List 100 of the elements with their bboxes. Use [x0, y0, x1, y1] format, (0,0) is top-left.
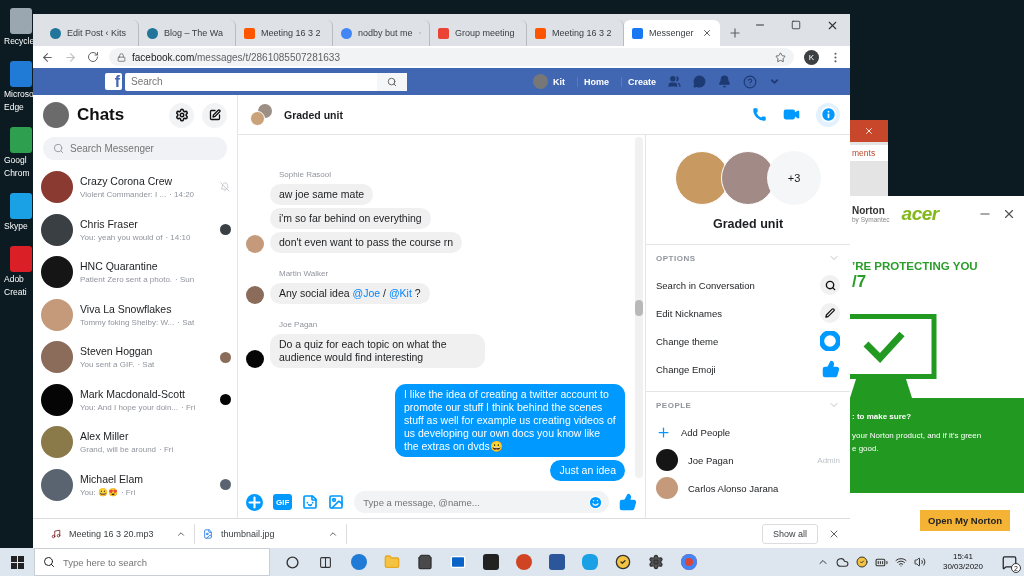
compose-button[interactable]: [202, 102, 227, 128]
download-item[interactable]: Meeting 16 3 20.mp3: [43, 523, 195, 544]
search-input[interactable]: Search: [131, 76, 377, 87]
thumbs-up-icon[interactable]: [822, 360, 840, 378]
option-item[interactable]: Edit Nicknames: [646, 299, 850, 327]
search-icon[interactable]: [820, 275, 840, 295]
settings-icon[interactable]: [647, 554, 664, 570]
columns-icon[interactable]: [319, 555, 332, 569]
site-icon: [147, 27, 158, 39]
show-all-button[interactable]: Show all: [761, 523, 818, 544]
open-norton-button[interactable]: Open My Norton: [920, 510, 1010, 531]
nav-link[interactable]: Home: [576, 76, 609, 87]
browser-tab[interactable]: nodby but me: [333, 20, 430, 46]
new-tab-button[interactable]: [728, 26, 742, 40]
address-bar[interactable]: facebook.com/messages/t/2861085507281633: [109, 48, 794, 66]
site-icon: [341, 27, 352, 39]
chat-item[interactable]: HNC Quarantine Patient Zero sent a photo. · Sun: [33, 251, 237, 294]
chat-name: Mark Macdonald-Scott: [80, 387, 187, 400]
maximize-icon[interactable]: [791, 20, 801, 30]
option-item[interactable]: Change theme: [646, 327, 850, 355]
chat-item[interactable]: Viva La Snowflakes Tommy foking Shelby: W... · Sat: [33, 293, 237, 336]
seen-avatar: [219, 224, 231, 236]
volume-icon[interactable]: [913, 556, 926, 568]
headline: /7: [851, 272, 868, 292]
pen-icon[interactable]: [820, 303, 840, 323]
message-bubble: I like the idea of creating a twitter account to promote our stuff I think behind the scenes stuff as well for example us creating videos of us developing our own docs you know like the extras on dvds😀: [395, 384, 625, 457]
caret-icon[interactable]: [769, 76, 780, 87]
profile-link[interactable]: Kit: [532, 74, 565, 89]
image-icon[interactable]: [328, 494, 345, 510]
settings-icon[interactable]: [174, 108, 189, 122]
message-input[interactable]: Type a message, @name...: [363, 496, 588, 508]
shopping-bag-icon[interactable]: [416, 554, 433, 570]
plus-icon[interactable]: [246, 493, 263, 511]
clock[interactable]: 15:41 30/03/2020: [942, 552, 983, 572]
site-icon: [438, 27, 449, 39]
sticker-icon[interactable]: [302, 494, 319, 510]
chat-item[interactable]: Alex Miller Grand, will be around · Fri: [33, 421, 237, 464]
plus-icon: [656, 424, 671, 440]
headline: ’RE PROTECTING YOU: [851, 260, 979, 272]
messenger-icon[interactable]: [693, 75, 706, 88]
avatar-photo: [656, 477, 678, 499]
pen-square-icon[interactable]: [208, 109, 221, 121]
chat-name: Steven Hoggan: [80, 345, 154, 358]
message-preview: Patient Zero sent a photo.: [80, 275, 173, 285]
star-icon[interactable]: [775, 51, 786, 63]
friends-icon[interactable]: [668, 75, 681, 88]
theme-icon[interactable]: [820, 331, 840, 351]
member-item[interactable]: Joe Pagan Admin: [646, 446, 850, 474]
circle-icon[interactable]: [286, 555, 299, 569]
search-field[interactable]: Type here to search: [34, 548, 270, 576]
profile-avatar[interactable]: K: [804, 49, 819, 65]
option-item[interactable]: Search in Conversation: [646, 271, 850, 299]
check-icon[interactable]: [855, 556, 868, 568]
browser-tab[interactable]: Messenger: [624, 20, 720, 46]
chat-name: Viva La Snowflakes: [80, 302, 173, 315]
sender-name: Martin Walker: [278, 269, 329, 278]
search-field[interactable]: Search Messenger: [43, 137, 227, 160]
message-bubble: Just an idea: [550, 460, 625, 481]
check-icon[interactable]: [614, 554, 631, 570]
windows-logo-icon[interactable]: [10, 555, 24, 569]
scrollbar[interactable]: [635, 137, 643, 478]
option-item[interactable]: Change Emoji: [646, 355, 850, 383]
nav-link[interactable]: Create: [621, 76, 656, 87]
emoji-icon[interactable]: [588, 494, 603, 510]
search-input[interactable]: Search Messenger: [70, 143, 217, 154]
message-time: · 14:10: [165, 232, 191, 242]
seen-avatar: [219, 351, 231, 363]
forward-icon[interactable]: [64, 50, 77, 64]
search-button[interactable]: [377, 72, 407, 91]
message-field[interactable]: Type a message, @name...: [354, 491, 609, 513]
chat-item[interactable]: Chris Fraser You: yeah you would of · 14:10: [33, 208, 237, 251]
site-logo[interactable]: f: [105, 73, 122, 90]
add-people-button[interactable]: Add People: [646, 418, 850, 446]
search-field[interactable]: Search: [125, 72, 407, 91]
phone-icon[interactable]: [752, 107, 767, 122]
site-icon: [244, 27, 255, 39]
chat-name: HNC Quarantine: [80, 260, 159, 273]
download-item[interactable]: thumbnail.jpg: [195, 523, 347, 544]
search-input[interactable]: Type here to search: [63, 556, 261, 568]
thumbs-up-icon[interactable]: [619, 493, 637, 511]
bell-icon[interactable]: [718, 75, 731, 88]
chat-item[interactable]: Crazy Corona Crew Violent Commander: I ... · 14:20: [33, 166, 237, 209]
cloud-icon[interactable]: [835, 555, 849, 569]
wifi-icon[interactable]: [894, 556, 907, 568]
message-time: · 14:20: [169, 190, 195, 200]
back-icon[interactable]: [41, 50, 54, 64]
chat-name: Chris Fraser: [80, 217, 139, 230]
chat-item[interactable]: Steven Hoggan You sent a GIF. · Sat: [33, 336, 237, 379]
chat-item[interactable]: Mark Macdonald-Scott You: And I hope your doin... · Fri: [33, 378, 237, 421]
reload-icon[interactable]: [87, 51, 99, 63]
avatar-photo: [246, 235, 264, 253]
member-item[interactable]: Carlos Alonso Jarana: [646, 474, 850, 502]
partner-logo: acer: [901, 203, 939, 225]
mail-icon[interactable]: [449, 554, 466, 570]
settings-button[interactable]: [169, 102, 194, 128]
help-icon[interactable]: [743, 74, 757, 89]
avatar-photo: [41, 213, 73, 246]
avatar-photo: [246, 286, 264, 304]
avatar-photo: [41, 298, 73, 331]
chat-item[interactable]: Michael Elam You: 😀😍 · Fri: [33, 463, 237, 506]
